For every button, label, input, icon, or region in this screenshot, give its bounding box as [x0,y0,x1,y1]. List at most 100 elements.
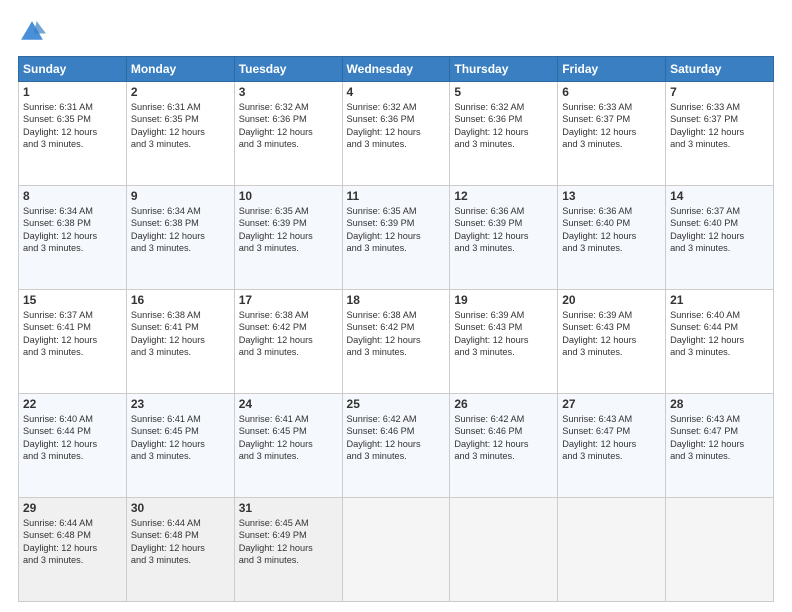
day-number: 11 [347,189,446,203]
day-number: 26 [454,397,553,411]
calendar-header-row: SundayMondayTuesdayWednesdayThursdayFrid… [19,57,774,82]
calendar-week-row: 29 Sunrise: 6:44 AM Sunset: 6:48 PM Dayli… [19,498,774,602]
day-number: 1 [23,85,122,99]
day-header-tuesday: Tuesday [234,57,342,82]
day-info: Sunrise: 6:35 AM Sunset: 6:39 PM Dayligh… [239,205,338,255]
day-info: Sunrise: 6:39 AM Sunset: 6:43 PM Dayligh… [562,309,661,359]
day-info: Sunrise: 6:36 AM Sunset: 6:39 PM Dayligh… [454,205,553,255]
calendar-week-row: 8Sunrise: 6:34 AM Sunset: 6:38 PM Daylig… [19,186,774,290]
day-number: 30 [131,501,230,515]
day-number: 7 [670,85,769,99]
calendar-cell: 21 Sunrise: 6:40 AM Sunset: 6:44 PM Dayli… [666,290,774,394]
day-info: Sunrise: 6:42 AM Sunset: 6:46 PM Dayligh… [454,413,553,463]
day-info: Sunrise: 6:41 AM Sunset: 6:45 PM Dayligh… [239,413,338,463]
calendar-cell: 20 Sunrise: 6:39 AM Sunset: 6:43 PM Dayli… [558,290,666,394]
day-info: Sunrise: 6:34 AM Sunset: 6:38 PM Dayligh… [23,205,122,255]
day-info: Sunrise: 6:31 AM Sunset: 6:35 PM Dayligh… [131,101,230,151]
day-info: Sunrise: 6:37 AM Sunset: 6:41 PM Dayligh… [23,309,122,359]
calendar-cell: 22Sunrise: 6:40 AM Sunset: 6:44 PM Dayli… [19,394,127,498]
calendar-cell: 25 Sunrise: 6:42 AM Sunset: 6:46 PM Dayli… [342,394,450,498]
day-number: 19 [454,293,553,307]
calendar-cell: 15 Sunrise: 6:37 AM Sunset: 6:41 PM Dayli… [19,290,127,394]
day-number: 23 [131,397,230,411]
day-info: Sunrise: 6:33 AM Sunset: 6:37 PM Dayligh… [670,101,769,151]
calendar-cell: 7 Sunrise: 6:33 AM Sunset: 6:37 PM Daylig… [666,82,774,186]
day-number: 14 [670,189,769,203]
calendar-cell: 24 Sunrise: 6:41 AM Sunset: 6:45 PM Dayli… [234,394,342,498]
day-header-wednesday: Wednesday [342,57,450,82]
day-number: 17 [239,293,338,307]
day-number: 31 [239,501,338,515]
calendar-cell: 28Sunrise: 6:43 AM Sunset: 6:47 PM Dayli… [666,394,774,498]
day-number: 3 [239,85,338,99]
calendar-cell: 30 Sunrise: 6:44 AM Sunset: 6:48 PM Dayli… [126,498,234,602]
day-number: 9 [131,189,230,203]
day-number: 22 [23,397,122,411]
day-info: Sunrise: 6:39 AM Sunset: 6:43 PM Dayligh… [454,309,553,359]
day-number: 27 [562,397,661,411]
calendar-cell: 6Sunrise: 6:33 AM Sunset: 6:37 PM Daylig… [558,82,666,186]
day-number: 6 [562,85,661,99]
day-header-saturday: Saturday [666,57,774,82]
calendar-cell: 4 Sunrise: 6:32 AM Sunset: 6:36 PM Daylig… [342,82,450,186]
calendar-cell: 11 Sunrise: 6:35 AM Sunset: 6:39 PM Dayli… [342,186,450,290]
day-number: 21 [670,293,769,307]
day-info: Sunrise: 6:44 AM Sunset: 6:48 PM Dayligh… [131,517,230,567]
day-number: 13 [562,189,661,203]
calendar-week-row: 22Sunrise: 6:40 AM Sunset: 6:44 PM Dayli… [19,394,774,498]
calendar-cell: 18 Sunrise: 6:38 AM Sunset: 6:42 PM Dayli… [342,290,450,394]
day-number: 24 [239,397,338,411]
logo-icon [18,18,46,46]
calendar-cell: 19 Sunrise: 6:39 AM Sunset: 6:43 PM Dayli… [450,290,558,394]
calendar-cell: 29Sunrise: 6:44 AM Sunset: 6:48 PM Dayli… [19,498,127,602]
day-info: Sunrise: 6:41 AM Sunset: 6:45 PM Dayligh… [131,413,230,463]
header [18,18,774,46]
calendar-cell [666,498,774,602]
calendar-cell: 31 Sunrise: 6:45 AM Sunset: 6:49 PM Dayli… [234,498,342,602]
calendar-cell: 2 Sunrise: 6:31 AM Sunset: 6:35 PM Daylig… [126,82,234,186]
day-info: Sunrise: 6:32 AM Sunset: 6:36 PM Dayligh… [239,101,338,151]
day-info: Sunrise: 6:34 AM Sunset: 6:38 PM Dayligh… [131,205,230,255]
day-number: 2 [131,85,230,99]
day-number: 28 [670,397,769,411]
page: SundayMondayTuesdayWednesdayThursdayFrid… [0,0,792,612]
calendar-table: SundayMondayTuesdayWednesdayThursdayFrid… [18,56,774,602]
calendar-cell: 26 Sunrise: 6:42 AM Sunset: 6:46 PM Dayli… [450,394,558,498]
day-info: Sunrise: 6:40 AM Sunset: 6:44 PM Dayligh… [670,309,769,359]
calendar-cell: 23 Sunrise: 6:41 AM Sunset: 6:45 PM Dayli… [126,394,234,498]
calendar-cell: 16Sunrise: 6:38 AM Sunset: 6:41 PM Dayli… [126,290,234,394]
day-info: Sunrise: 6:35 AM Sunset: 6:39 PM Dayligh… [347,205,446,255]
day-number: 4 [347,85,446,99]
calendar-cell [558,498,666,602]
day-info: Sunrise: 6:38 AM Sunset: 6:42 PM Dayligh… [239,309,338,359]
calendar-cell: 13 Sunrise: 6:36 AM Sunset: 6:40 PM Dayli… [558,186,666,290]
day-header-monday: Monday [126,57,234,82]
day-number: 15 [23,293,122,307]
day-info: Sunrise: 6:38 AM Sunset: 6:42 PM Dayligh… [347,309,446,359]
day-header-friday: Friday [558,57,666,82]
calendar-cell: 5 Sunrise: 6:32 AM Sunset: 6:36 PM Daylig… [450,82,558,186]
calendar-week-row: 1 Sunrise: 6:31 AM Sunset: 6:35 PM Daylig… [19,82,774,186]
day-number: 18 [347,293,446,307]
day-info: Sunrise: 6:42 AM Sunset: 6:46 PM Dayligh… [347,413,446,463]
day-number: 29 [23,501,122,515]
calendar-cell [342,498,450,602]
calendar-cell [450,498,558,602]
day-number: 16 [131,293,230,307]
calendar-cell: 10 Sunrise: 6:35 AM Sunset: 6:39 PM Dayli… [234,186,342,290]
day-number: 10 [239,189,338,203]
day-info: Sunrise: 6:45 AM Sunset: 6:49 PM Dayligh… [239,517,338,567]
day-info: Sunrise: 6:36 AM Sunset: 6:40 PM Dayligh… [562,205,661,255]
calendar-cell: 14Sunrise: 6:37 AM Sunset: 6:40 PM Dayli… [666,186,774,290]
day-number: 5 [454,85,553,99]
logo [18,18,50,46]
calendar-cell: 9 Sunrise: 6:34 AM Sunset: 6:38 PM Daylig… [126,186,234,290]
calendar-week-row: 15 Sunrise: 6:37 AM Sunset: 6:41 PM Dayli… [19,290,774,394]
calendar-cell: 8Sunrise: 6:34 AM Sunset: 6:38 PM Daylig… [19,186,127,290]
day-info: Sunrise: 6:32 AM Sunset: 6:36 PM Dayligh… [347,101,446,151]
calendar-cell: 1Sunrise: 6:31 AM Sunset: 6:35 PM Daylig… [19,82,127,186]
day-number: 25 [347,397,446,411]
day-number: 20 [562,293,661,307]
calendar-cell: 12Sunrise: 6:36 AM Sunset: 6:39 PM Dayli… [450,186,558,290]
day-info: Sunrise: 6:32 AM Sunset: 6:36 PM Dayligh… [454,101,553,151]
